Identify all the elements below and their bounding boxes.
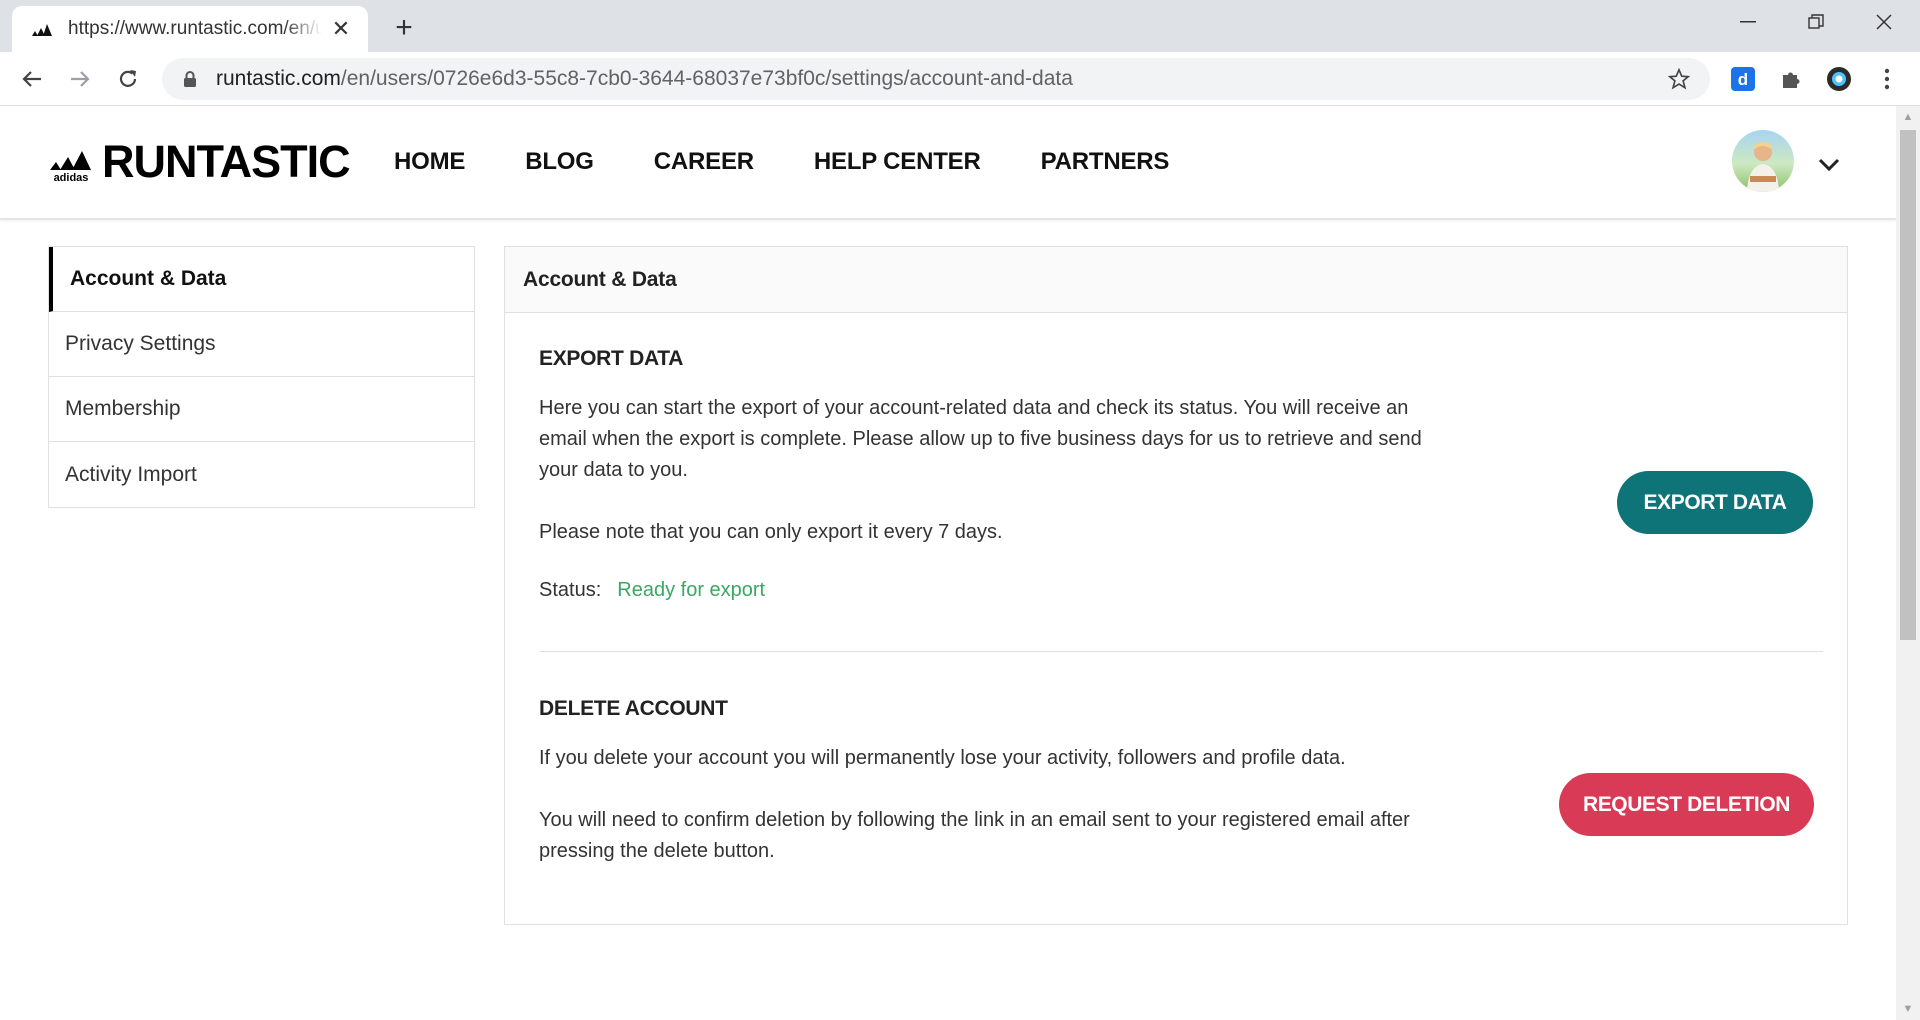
export-heading: EXPORT DATA xyxy=(539,347,684,370)
reload-icon[interactable] xyxy=(110,61,146,97)
new-tab-icon[interactable]: + xyxy=(388,11,420,44)
page-scrollbar[interactable]: ▲ ▼ xyxy=(1896,106,1920,1020)
section-divider xyxy=(539,651,1823,652)
extensions-puzzle-icon[interactable] xyxy=(1776,64,1806,94)
chevron-down-icon[interactable] xyxy=(1814,150,1844,180)
export-note: Please note that you can only export it … xyxy=(539,521,1003,543)
tab-title: https://www.runtastic.com/en/users/0726e… xyxy=(68,18,322,39)
url-path: /en/users/0726e6d3-55c8-7cb0-3644-68037e… xyxy=(340,67,1073,90)
logo-brand: adidas xyxy=(54,172,89,182)
nav-career[interactable]: CAREER xyxy=(654,148,754,176)
export-data-section: EXPORT DATA Here you can start the expor… xyxy=(539,347,1823,602)
delete-heading: DELETE ACCOUNT xyxy=(539,697,728,720)
avatar[interactable] xyxy=(1732,130,1794,192)
delete-note: You will need to confirm deletion by fol… xyxy=(539,809,1410,862)
status-label: Status: xyxy=(539,579,602,601)
minimize-icon[interactable] xyxy=(1714,0,1782,44)
address-bar[interactable]: runtastic.com/en/users/0726e6d3-55c8-7cb… xyxy=(162,58,1710,100)
sidebar-item-privacy-settings[interactable]: Privacy Settings xyxy=(49,312,474,377)
export-data-button[interactable]: EXPORT DATA xyxy=(1617,471,1813,534)
export-description: Here you can start the export of your ac… xyxy=(539,397,1422,481)
url-text: runtastic.com/en/users/0726e6d3-55c8-7cb… xyxy=(216,67,1073,91)
settings-sidebar: Account & Data Privacy Settings Membersh… xyxy=(48,246,475,508)
export-status: Status: Ready for export xyxy=(539,579,1823,602)
adidas-logo-icon: adidas xyxy=(48,148,94,184)
close-tab-icon[interactable]: ✕ xyxy=(328,16,354,42)
account-data-panel: Account & Data EXPORT DATA Here you can … xyxy=(504,246,1848,925)
close-window-icon[interactable] xyxy=(1850,0,1918,44)
request-deletion-button[interactable]: REQUEST DELETION xyxy=(1559,773,1814,836)
scroll-thumb[interactable] xyxy=(1900,130,1916,640)
nav-help-center[interactable]: HELP CENTER xyxy=(814,148,981,176)
back-arrow-icon[interactable] xyxy=(14,61,50,97)
profile-extension-icon[interactable] xyxy=(1824,64,1854,94)
browser-tab[interactable]: https://www.runtastic.com/en/users/0726e… xyxy=(12,6,368,52)
chrome-menu-icon[interactable] xyxy=(1872,64,1902,94)
nav-home[interactable]: HOME xyxy=(394,148,465,176)
forward-arrow-icon[interactable] xyxy=(62,61,98,97)
svg-text:d: d xyxy=(1738,70,1748,89)
logo-text: RUNTASTIC xyxy=(102,136,351,187)
browser-tabbar: https://www.runtastic.com/en/users/0726e… xyxy=(0,0,1920,52)
nav-partners[interactable]: PARTNERS xyxy=(1041,148,1170,176)
adidas-favicon-icon xyxy=(30,17,54,41)
main-nav: HOME BLOG CAREER HELP CENTER PARTNERS xyxy=(394,148,1229,176)
panel-title: Account & Data xyxy=(505,247,1847,313)
sidebar-item-membership[interactable]: Membership xyxy=(49,377,474,442)
status-value: Ready for export xyxy=(617,579,766,601)
bookmark-star-icon[interactable] xyxy=(1666,66,1692,92)
browser-toolbar: runtastic.com/en/users/0726e6d3-55c8-7cb… xyxy=(0,52,1920,106)
extension-d-icon[interactable]: d xyxy=(1728,64,1758,94)
runtastic-logo[interactable]: adidas RUNTASTIC xyxy=(48,136,351,187)
site-header: adidas RUNTASTIC HOME BLOG CAREER HELP C… xyxy=(0,106,1896,220)
page-viewport: adidas RUNTASTIC HOME BLOG CAREER HELP C… xyxy=(0,106,1896,1020)
sidebar-item-account-data[interactable]: Account & Data xyxy=(49,247,474,312)
restore-icon[interactable] xyxy=(1782,0,1850,44)
nav-blog[interactable]: BLOG xyxy=(525,148,594,176)
delete-description: If you delete your account you will perm… xyxy=(539,747,1346,769)
scroll-down-arrow-icon[interactable]: ▼ xyxy=(1896,998,1920,1020)
sidebar-item-activity-import[interactable]: Activity Import xyxy=(49,442,474,507)
url-host: runtastic.com xyxy=(216,67,341,90)
lock-icon xyxy=(180,69,200,89)
scroll-up-arrow-icon[interactable]: ▲ xyxy=(1896,106,1920,128)
